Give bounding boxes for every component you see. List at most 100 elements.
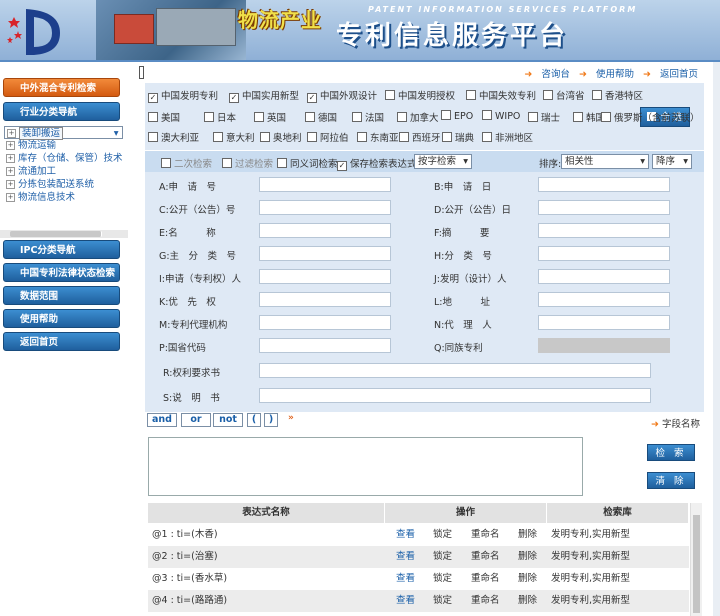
link-home[interactable]: ➜ 返回首页 bbox=[643, 69, 698, 80]
operator-and[interactable]: and bbox=[147, 413, 177, 427]
db-checkbox[interactable]: 非洲地区 bbox=[482, 130, 533, 144]
lock-link[interactable]: 锁定 bbox=[433, 524, 452, 546]
tree-item-processing[interactable]: 流通加工 bbox=[4, 165, 123, 178]
lock-link[interactable]: 锁定 bbox=[433, 546, 452, 568]
delete-link[interactable]: 删除 bbox=[518, 568, 537, 590]
db-checkbox[interactable]: 香港特区 bbox=[592, 88, 643, 102]
lock-link[interactable]: 锁定 bbox=[433, 590, 452, 612]
db-checkbox[interactable]: 德国 bbox=[305, 110, 337, 124]
operator-close-paren[interactable]: ) bbox=[264, 413, 278, 427]
nav-help[interactable]: 使用帮助 bbox=[3, 309, 120, 328]
field-input[interactable] bbox=[259, 223, 391, 238]
rename-link[interactable]: 重命名 bbox=[471, 568, 500, 590]
field-name-link[interactable]: ➜ 字段名称 bbox=[651, 416, 700, 430]
sidebar-scrollbar[interactable] bbox=[0, 230, 128, 238]
field-input[interactable] bbox=[259, 200, 391, 215]
field-input[interactable] bbox=[259, 246, 391, 261]
db-checkbox[interactable]: EPO bbox=[441, 110, 473, 122]
operator-not[interactable]: not bbox=[213, 413, 243, 427]
delete-link[interactable]: 删除 bbox=[518, 524, 537, 546]
field-input[interactable] bbox=[538, 246, 670, 261]
search-button[interactable]: 检 索 bbox=[647, 444, 695, 461]
expression-textarea[interactable] bbox=[148, 437, 583, 496]
secondary-search-checkbox[interactable]: 二次检索 bbox=[161, 156, 212, 170]
db-checkbox[interactable]: 瑞典 bbox=[442, 130, 474, 144]
field-input[interactable] bbox=[259, 388, 651, 403]
table-scrollbar[interactable] bbox=[690, 503, 702, 616]
delete-link[interactable]: 删除 bbox=[518, 546, 537, 568]
filter-search-checkbox[interactable]: 过滤检索 bbox=[222, 156, 273, 170]
rename-link[interactable]: 重命名 bbox=[471, 546, 500, 568]
db-checkbox[interactable]: WIPO bbox=[482, 110, 520, 122]
field-input[interactable] bbox=[259, 269, 391, 284]
db-checkbox[interactable]: 西班牙 bbox=[399, 130, 441, 144]
view-link[interactable]: 查看 bbox=[396, 590, 415, 612]
view-link[interactable]: 查看 bbox=[396, 568, 415, 590]
tree-item-info-tech[interactable]: 物流信息技术 bbox=[4, 191, 123, 204]
field-input[interactable] bbox=[259, 177, 391, 192]
view-link[interactable]: 查看 bbox=[396, 524, 415, 546]
tree-item-packaging[interactable]: 分拣包装配送系统 bbox=[4, 178, 123, 191]
field-input[interactable] bbox=[538, 292, 670, 307]
sort-by-select[interactable]: 相关性 bbox=[561, 154, 649, 169]
link-consult[interactable]: ➜ 咨询台 bbox=[524, 69, 570, 80]
tree-item-transport[interactable]: 物流运输 bbox=[4, 139, 123, 152]
sort-order-select[interactable]: 降序 bbox=[652, 154, 692, 169]
field-input[interactable] bbox=[538, 315, 670, 330]
field-input[interactable] bbox=[259, 315, 391, 330]
db-checkbox[interactable]: 美国 bbox=[148, 110, 180, 124]
field-input[interactable] bbox=[538, 269, 670, 284]
page-scrollbar[interactable] bbox=[713, 62, 720, 616]
field-label: N:代 理 人 bbox=[434, 320, 492, 331]
field-input[interactable] bbox=[259, 292, 391, 307]
link-help[interactable]: ➜ 使用帮助 bbox=[579, 69, 634, 80]
operator-open-paren[interactable]: ( bbox=[247, 413, 261, 427]
save-expression-checkbox[interactable]: ✓ 保存检索表达式 bbox=[337, 156, 417, 171]
db-checkbox[interactable]: 英国 bbox=[254, 110, 286, 124]
lock-link[interactable]: 锁定 bbox=[433, 568, 452, 590]
save-mode-select[interactable]: 按字检索 bbox=[414, 154, 472, 169]
db-checkbox[interactable]: 东南亚 bbox=[357, 130, 399, 144]
db-checkbox[interactable]: ✓ 中国发明专利 bbox=[148, 88, 218, 103]
db-checkbox[interactable]: 中国失效专利 bbox=[466, 88, 536, 102]
expression-table: 表达式名称 操作 检索库 @1 : ti=(木香) 查看 锁定 重命名 删除 发明专利,实… bbox=[148, 503, 689, 616]
db-checkbox[interactable]: 俄罗斯（含前苏联） bbox=[601, 110, 700, 124]
field-input[interactable] bbox=[259, 363, 651, 378]
field-input[interactable] bbox=[259, 338, 391, 353]
db-checkbox[interactable]: 台湾省 bbox=[543, 88, 585, 102]
synonym-search-checkbox[interactable]: 同义词检索 bbox=[277, 156, 338, 170]
field-input[interactable] bbox=[538, 223, 670, 238]
tree-item-storage[interactable]: 库存（仓储、保管）技术 bbox=[4, 152, 123, 165]
rename-link[interactable]: 重命名 bbox=[471, 524, 500, 546]
platform-title: 专利信息服务平台 bbox=[336, 21, 569, 51]
delete-link[interactable]: 删除 bbox=[518, 590, 537, 612]
rename-link[interactable]: 重命名 bbox=[471, 590, 500, 612]
db-checkbox[interactable]: 阿拉伯 bbox=[307, 130, 349, 144]
db-checkbox[interactable]: ✓ 中国外观设计 bbox=[307, 88, 377, 103]
nav-ipc[interactable]: IPC分类导航 bbox=[3, 240, 120, 259]
field-input[interactable] bbox=[538, 200, 670, 215]
text-cursor bbox=[139, 66, 144, 79]
db-checkbox[interactable]: 法国 bbox=[352, 110, 384, 124]
clear-button[interactable]: 清 除 bbox=[647, 472, 695, 489]
db-checkbox[interactable]: 加拿大 bbox=[397, 110, 439, 124]
db-checkbox[interactable]: 意大利 bbox=[213, 130, 255, 144]
nav-industry-navigation[interactable]: 行业分类导航 bbox=[3, 102, 120, 121]
nav-mixed-search[interactable]: 中外混合专利检索 bbox=[3, 78, 120, 97]
operator-or[interactable]: or bbox=[181, 413, 211, 427]
db-checkbox[interactable]: 中国发明授权 bbox=[385, 88, 455, 102]
tree-item-loading[interactable]: 装卸搬运 bbox=[4, 126, 123, 140]
nav-home[interactable]: 返回首页 bbox=[3, 332, 120, 351]
db-checkbox[interactable]: 日本 bbox=[204, 110, 236, 124]
field-label: C:公开（公告）号 bbox=[159, 205, 236, 216]
db-checkbox[interactable]: 瑞士 bbox=[528, 110, 560, 124]
db-checkbox[interactable]: 澳大利亚 bbox=[148, 130, 199, 144]
field-input[interactable] bbox=[538, 177, 670, 192]
nav-data-range[interactable]: 数据范围 bbox=[3, 286, 120, 305]
nav-legal-status[interactable]: 中国专利法律状态检索 bbox=[3, 263, 120, 282]
view-link[interactable]: 查看 bbox=[396, 546, 415, 568]
db-checkbox[interactable]: 奥地利 bbox=[260, 130, 302, 144]
db-checkbox[interactable]: ✓ 中国实用新型 bbox=[229, 88, 299, 103]
industry-tree: 装卸搬运 物流运输 库存（仓储、保管）技术 流通加工 分拣包装配送系统 物流信息… bbox=[4, 126, 123, 204]
more-operators-icon[interactable]: » bbox=[288, 413, 294, 423]
